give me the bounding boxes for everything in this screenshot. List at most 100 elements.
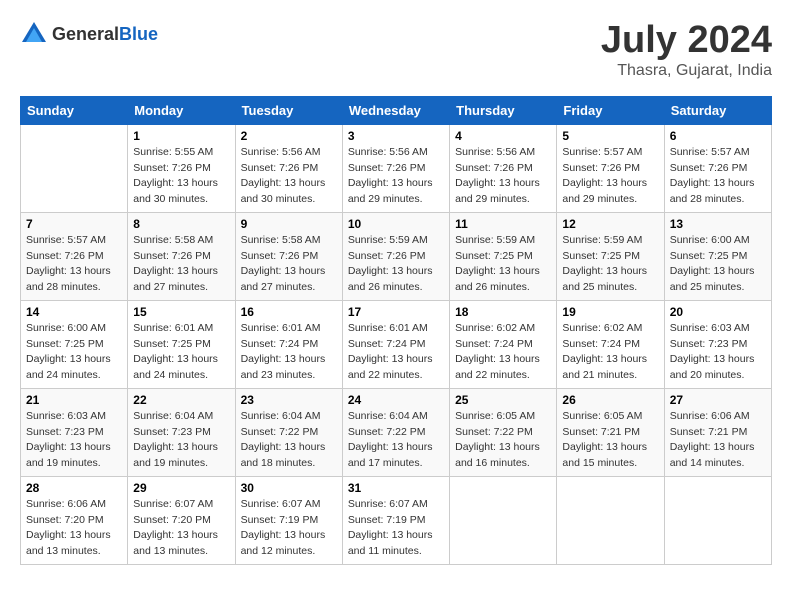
day-number: 10	[348, 217, 444, 231]
col-thursday: Thursday	[450, 96, 557, 124]
day-number: 22	[133, 393, 229, 407]
day-number: 20	[670, 305, 766, 319]
day-info: Sunrise: 6:07 AMSunset: 7:19 PMDaylight:…	[241, 497, 337, 560]
day-info: Sunrise: 6:07 AMSunset: 7:19 PMDaylight:…	[348, 497, 444, 560]
col-sunday: Sunday	[21, 96, 128, 124]
day-info: Sunrise: 6:05 AMSunset: 7:21 PMDaylight:…	[562, 409, 658, 472]
day-number: 26	[562, 393, 658, 407]
day-number: 7	[26, 217, 122, 231]
logo: GeneralBlue	[20, 20, 158, 48]
day-number: 1	[133, 129, 229, 143]
day-info: Sunrise: 6:00 AMSunset: 7:25 PMDaylight:…	[26, 321, 122, 384]
day-info: Sunrise: 5:58 AMSunset: 7:26 PMDaylight:…	[241, 233, 337, 296]
col-wednesday: Wednesday	[342, 96, 449, 124]
day-cell: 3Sunrise: 5:56 AMSunset: 7:26 PMDaylight…	[342, 124, 449, 212]
day-info: Sunrise: 5:59 AMSunset: 7:26 PMDaylight:…	[348, 233, 444, 296]
day-cell: 10 Sunrise: 5:59 AMSunset: 7:26 PMDayligh…	[342, 212, 449, 300]
day-info: Sunrise: 6:02 AMSunset: 7:24 PMDaylight:…	[562, 321, 658, 384]
day-info: Sunrise: 5:56 AMSunset: 7:26 PMDaylight:…	[241, 145, 337, 208]
day-number: 19	[562, 305, 658, 319]
day-info: Sunrise: 6:04 AMSunset: 7:23 PMDaylight:…	[133, 409, 229, 472]
day-number: 12	[562, 217, 658, 231]
day-number: 15	[133, 305, 229, 319]
day-number: 24	[348, 393, 444, 407]
day-cell: 19 Sunrise: 6:02 AMSunset: 7:24 PMDayligh…	[557, 300, 664, 388]
day-cell: 27Sunrise: 6:06 AMSunset: 7:21 PMDayligh…	[664, 388, 771, 476]
day-cell: 25 Sunrise: 6:05 AMSunset: 7:22 PMDayligh…	[450, 388, 557, 476]
day-info: Sunrise: 6:03 AMSunset: 7:23 PMDaylight:…	[670, 321, 766, 384]
logo-general: General	[52, 24, 119, 44]
col-saturday: Saturday	[664, 96, 771, 124]
col-friday: Friday	[557, 96, 664, 124]
day-number: 30	[241, 481, 337, 495]
week-row-4: 28 Sunrise: 6:06 AMSunset: 7:20 PMDayligh…	[21, 476, 772, 564]
logo-icon	[20, 20, 48, 48]
day-cell: 5Sunrise: 5:57 AMSunset: 7:26 PMDaylight…	[557, 124, 664, 212]
calendar-table: Sunday Monday Tuesday Wednesday Thursday…	[20, 96, 772, 565]
day-cell: 31Sunrise: 6:07 AMSunset: 7:19 PMDayligh…	[342, 476, 449, 564]
day-info: Sunrise: 5:57 AMSunset: 7:26 PMDaylight:…	[26, 233, 122, 296]
day-cell: 14 Sunrise: 6:00 AMSunset: 7:25 PMDayligh…	[21, 300, 128, 388]
day-cell: 21 Sunrise: 6:03 AMSunset: 7:23 PMDayligh…	[21, 388, 128, 476]
day-info: Sunrise: 6:02 AMSunset: 7:24 PMDaylight:…	[455, 321, 551, 384]
day-number: 8	[133, 217, 229, 231]
logo-blue: Blue	[119, 24, 158, 44]
day-cell: 6Sunrise: 5:57 AMSunset: 7:26 PMDaylight…	[664, 124, 771, 212]
day-number: 25	[455, 393, 551, 407]
day-info: Sunrise: 6:01 AMSunset: 7:25 PMDaylight:…	[133, 321, 229, 384]
day-cell: 12Sunrise: 5:59 AMSunset: 7:25 PMDayligh…	[557, 212, 664, 300]
day-cell: 7 Sunrise: 5:57 AMSunset: 7:26 PMDaylight…	[21, 212, 128, 300]
day-number: 29	[133, 481, 229, 495]
calendar-body: 1Sunrise: 5:55 AMSunset: 7:26 PMDaylight…	[21, 124, 772, 564]
col-monday: Monday	[128, 96, 235, 124]
day-cell: 8 Sunrise: 5:58 AMSunset: 7:26 PMDaylight…	[128, 212, 235, 300]
week-row-3: 21 Sunrise: 6:03 AMSunset: 7:23 PMDayligh…	[21, 388, 772, 476]
day-number: 9	[241, 217, 337, 231]
day-info: Sunrise: 6:00 AMSunset: 7:25 PMDaylight:…	[670, 233, 766, 296]
day-cell	[450, 476, 557, 564]
title-area: July 2024 Thasra, Gujarat, India	[601, 20, 772, 80]
day-info: Sunrise: 5:59 AMSunset: 7:25 PMDaylight:…	[455, 233, 551, 296]
day-number: 27	[670, 393, 766, 407]
day-number: 13	[670, 217, 766, 231]
day-info: Sunrise: 6:05 AMSunset: 7:22 PMDaylight:…	[455, 409, 551, 472]
week-row-0: 1Sunrise: 5:55 AMSunset: 7:26 PMDaylight…	[21, 124, 772, 212]
day-number: 4	[455, 129, 551, 143]
day-number: 18	[455, 305, 551, 319]
day-number: 2	[241, 129, 337, 143]
day-cell: 15 Sunrise: 6:01 AMSunset: 7:25 PMDayligh…	[128, 300, 235, 388]
day-info: Sunrise: 6:03 AMSunset: 7:23 PMDaylight:…	[26, 409, 122, 472]
day-number: 11	[455, 217, 551, 231]
day-cell: 9 Sunrise: 5:58 AMSunset: 7:26 PMDaylight…	[235, 212, 342, 300]
day-number: 5	[562, 129, 658, 143]
day-cell: 11 Sunrise: 5:59 AMSunset: 7:25 PMDayligh…	[450, 212, 557, 300]
calendar-header: Sunday Monday Tuesday Wednesday Thursday…	[21, 96, 772, 124]
day-cell: 29Sunrise: 6:07 AMSunset: 7:20 PMDayligh…	[128, 476, 235, 564]
subtitle: Thasra, Gujarat, India	[601, 62, 772, 80]
col-tuesday: Tuesday	[235, 96, 342, 124]
day-cell: 2 Sunrise: 5:56 AMSunset: 7:26 PMDaylight…	[235, 124, 342, 212]
day-info: Sunrise: 6:06 AMSunset: 7:20 PMDaylight:…	[26, 497, 122, 560]
week-row-2: 14 Sunrise: 6:00 AMSunset: 7:25 PMDayligh…	[21, 300, 772, 388]
logo-text: GeneralBlue	[52, 24, 158, 45]
day-number: 21	[26, 393, 122, 407]
header: GeneralBlue July 2024 Thasra, Gujarat, I…	[20, 20, 772, 80]
day-info: Sunrise: 5:57 AMSunset: 7:26 PMDaylight:…	[670, 145, 766, 208]
day-cell: 1Sunrise: 5:55 AMSunset: 7:26 PMDaylight…	[128, 124, 235, 212]
day-cell: 23Sunrise: 6:04 AMSunset: 7:22 PMDayligh…	[235, 388, 342, 476]
day-cell: 20 Sunrise: 6:03 AMSunset: 7:23 PMDayligh…	[664, 300, 771, 388]
day-info: Sunrise: 6:04 AMSunset: 7:22 PMDaylight:…	[241, 409, 337, 472]
day-cell: 16Sunrise: 6:01 AMSunset: 7:24 PMDayligh…	[235, 300, 342, 388]
day-number: 14	[26, 305, 122, 319]
day-info: Sunrise: 5:56 AMSunset: 7:26 PMDaylight:…	[455, 145, 551, 208]
day-info: Sunrise: 6:04 AMSunset: 7:22 PMDaylight:…	[348, 409, 444, 472]
day-number: 16	[241, 305, 337, 319]
day-info: Sunrise: 5:58 AMSunset: 7:26 PMDaylight:…	[133, 233, 229, 296]
day-number: 28	[26, 481, 122, 495]
day-cell	[21, 124, 128, 212]
day-cell: 13 Sunrise: 6:00 AMSunset: 7:25 PMDayligh…	[664, 212, 771, 300]
day-cell: 26 Sunrise: 6:05 AMSunset: 7:21 PMDayligh…	[557, 388, 664, 476]
day-number: 17	[348, 305, 444, 319]
day-cell: 24 Sunrise: 6:04 AMSunset: 7:22 PMDayligh…	[342, 388, 449, 476]
day-cell: 18 Sunrise: 6:02 AMSunset: 7:24 PMDayligh…	[450, 300, 557, 388]
